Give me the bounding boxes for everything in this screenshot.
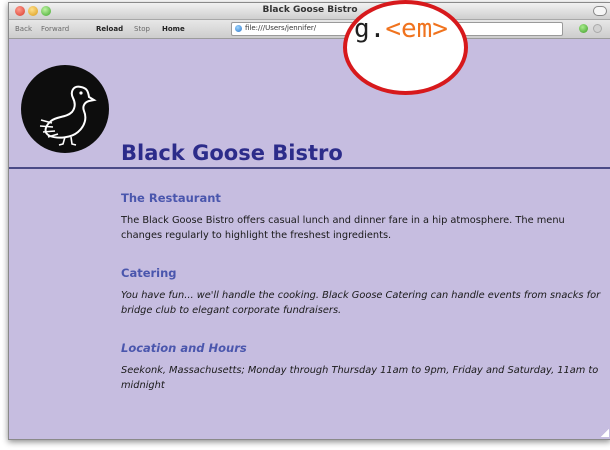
address-text: file:///Users/jennifer/ [245,24,317,32]
title-bar: Black Goose Bistro [9,3,610,20]
globe-icon [235,25,242,32]
goose-logo-graphic [39,85,97,146]
header-divider [9,167,610,169]
forward-button[interactable]: Forward [41,25,69,33]
callout-em-tag: <em> [385,14,448,44]
section-heading-restaurant: The Restaurant [121,191,221,205]
section-heading-location: Location and Hours [121,341,247,355]
page-content: Black Goose Bistro The Restaurant The Bl… [9,39,610,439]
stop-loading-icon[interactable] [593,24,602,33]
site-title: Black Goose Bistro [121,141,343,165]
reload-button[interactable]: Reload [96,25,123,33]
stop-button[interactable]: Stop [134,25,150,33]
section-text-catering: You have fun... we'll handle the cooking… [121,290,601,316]
window-title: Black Goose Bistro [262,5,358,15]
go-icon[interactable] [579,24,588,33]
back-button[interactable]: Back [15,25,32,33]
home-button[interactable]: Home [162,25,185,33]
section-text-restaurant: The Black Goose Bistro offers casual lun… [121,215,565,241]
section-heading-catering: Catering [121,266,177,280]
section-text-location: Seekonk, Massachusetts; Monday through T… [121,365,599,391]
toolbar-toggle-icon[interactable] [593,6,607,16]
em-tag-callout-text: g.<em> [354,14,448,44]
goose-logo [21,65,109,153]
browser-window: Black Goose Bistro Back Forward Reload S… [8,2,610,440]
callout-code-before: g. [354,14,386,44]
browser-toolbar: Back Forward Reload Stop Home file:///Us… [9,20,610,39]
resize-grip-icon[interactable] [600,428,609,437]
